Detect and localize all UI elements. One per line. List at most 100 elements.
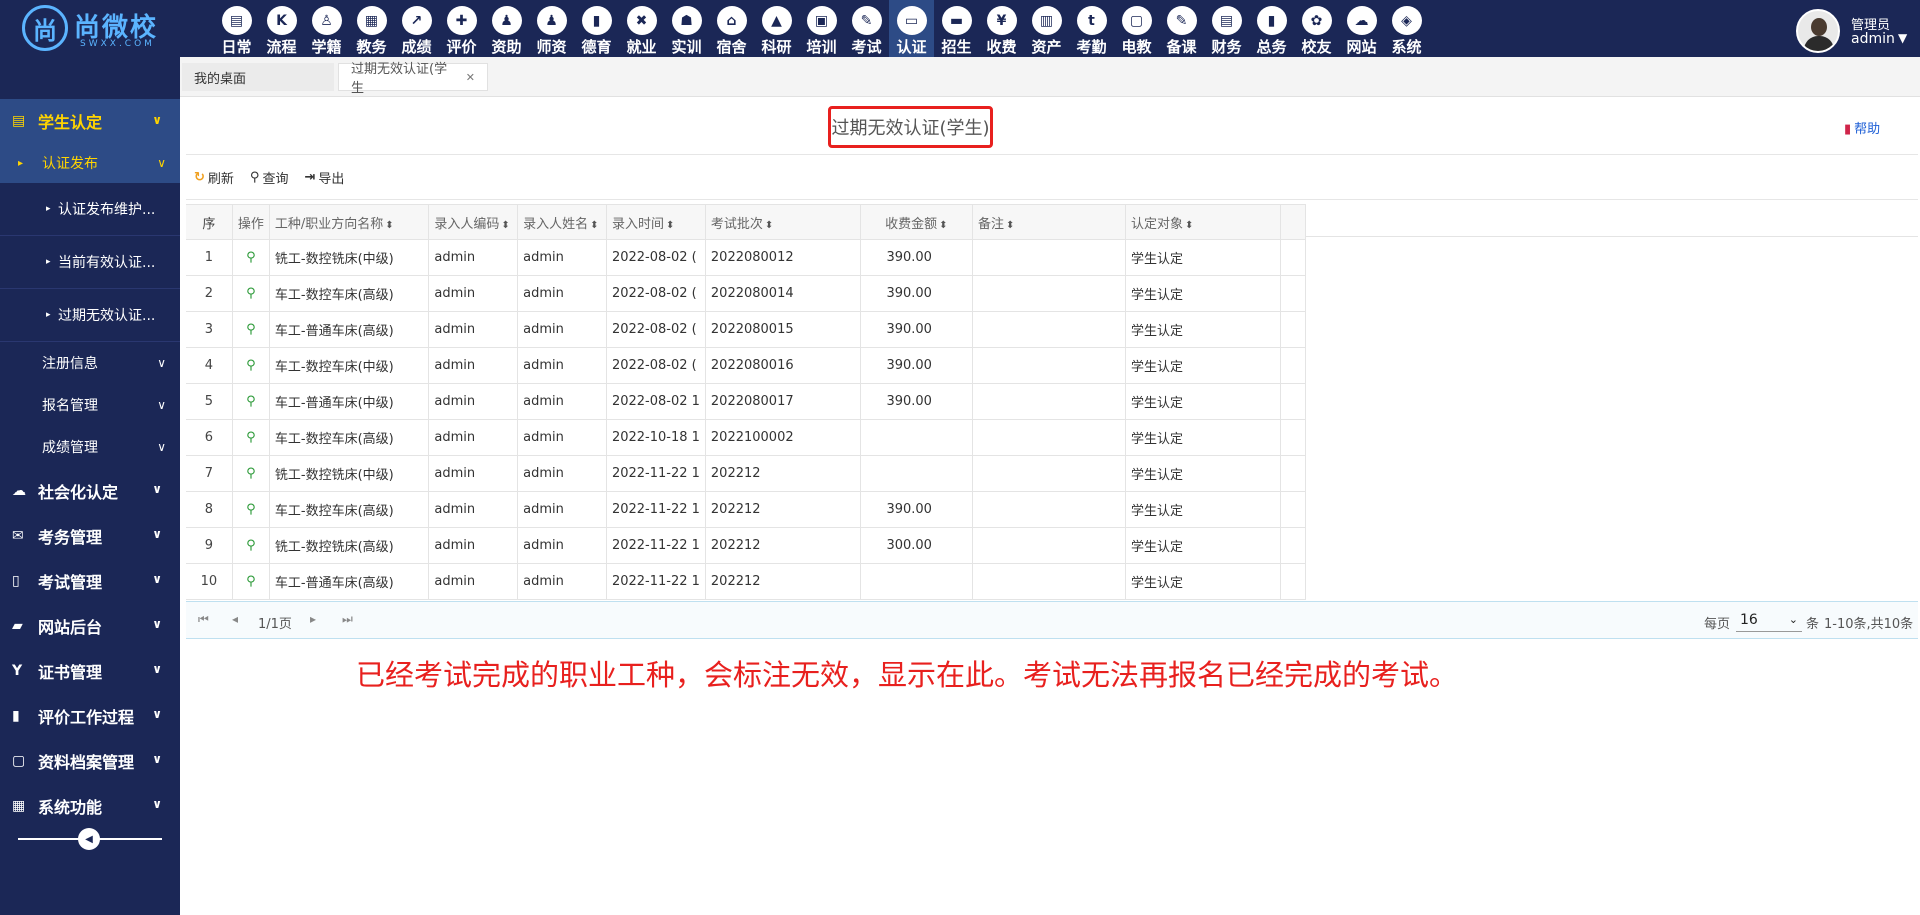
- module-1[interactable]: K 流程: [259, 0, 304, 57]
- table-row[interactable]: 1 ⚲ 铣工-数控铣床(中级) admin admin 2022-08-02 (20220…: [186, 239, 1306, 276]
- user-menu[interactable]: 管理员 admin ▼: [1796, 9, 1920, 53]
- sidebar-group-4[interactable]: Y 证书管理 ∨: [0, 648, 180, 693]
- collapse-left-icon[interactable]: ◀: [78, 828, 100, 850]
- module-17[interactable]: ¥ 收费: [979, 0, 1024, 57]
- view-cell[interactable]: ⚲: [232, 383, 270, 420]
- search-icon[interactable]: ⚲: [246, 466, 256, 481]
- sidebar-sub-0[interactable]: 注册信息 ∨: [0, 342, 180, 384]
- search-icon[interactable]: ⚲: [246, 250, 256, 265]
- sidebar-leaf-2[interactable]: ▸ 过期无效认证...: [0, 289, 180, 342]
- tab-home[interactable]: 我的桌面: [182, 63, 334, 91]
- table-row[interactable]: 3 ⚲ 车工-普通车床(高级) admin admin 2022-08-02 (20220…: [186, 311, 1306, 348]
- view-cell[interactable]: ⚲: [232, 311, 270, 348]
- sort-icon[interactable]: ⬍: [1185, 220, 1193, 231]
- column-header-5[interactable]: 录入时间 ⬍: [606, 204, 706, 240]
- search-icon[interactable]: ⚲: [246, 574, 256, 589]
- module-5[interactable]: ✚ 评价: [439, 0, 484, 57]
- sort-icon[interactable]: ⬍: [765, 220, 773, 231]
- search-icon[interactable]: ⚲: [246, 538, 256, 553]
- sort-icon[interactable]: ⬍: [385, 220, 393, 231]
- avatar[interactable]: [1796, 9, 1840, 53]
- brand-logo[interactable]: 尚 尚微校 SWXX.COM: [22, 5, 172, 53]
- first-page-icon[interactable]: ⏮: [198, 612, 209, 627]
- search-icon[interactable]: ⚲: [246, 430, 256, 445]
- view-cell[interactable]: ⚲: [232, 563, 270, 600]
- module-10[interactable]: ☗ 实训: [664, 0, 709, 57]
- prev-page-icon[interactable]: ◂: [232, 612, 238, 626]
- module-8[interactable]: ▮ 德育: [574, 0, 619, 57]
- module-16[interactable]: ▬ 招生: [934, 0, 979, 57]
- export-button[interactable]: ⇥ 导出: [304, 168, 344, 187]
- refresh-button[interactable]: ↻ 刷新: [194, 168, 234, 187]
- sidebar-sub-2[interactable]: 成绩管理 ∨: [0, 426, 180, 468]
- sidebar-item-cert-publish[interactable]: ▸ 认证发布 ∨: [0, 143, 180, 183]
- sidebar-group-2[interactable]: ▯ 考试管理 ∨: [0, 558, 180, 603]
- view-cell[interactable]: ⚲: [232, 275, 270, 312]
- module-19[interactable]: t 考勤: [1069, 0, 1114, 57]
- close-icon[interactable]: ✕: [466, 71, 475, 84]
- last-page-icon[interactable]: ⏭: [342, 612, 353, 627]
- column-header-9[interactable]: 认定对象 ⬍: [1125, 204, 1282, 240]
- search-icon[interactable]: ⚲: [246, 394, 256, 409]
- view-cell[interactable]: ⚲: [232, 527, 270, 564]
- sidebar-leaf-0[interactable]: ▸ 认证发布维护...: [0, 183, 180, 236]
- module-2[interactable]: ♙ 学籍: [304, 0, 349, 57]
- module-22[interactable]: ▤ 财务: [1204, 0, 1249, 57]
- sidebar-group-7[interactable]: ▦ 系统功能 ∨: [0, 783, 180, 828]
- sidebar-group-5[interactable]: ▮ 评价工作过程 ∨: [0, 693, 180, 738]
- view-cell[interactable]: ⚲: [232, 491, 270, 528]
- sort-icon[interactable]: ⬍: [590, 220, 598, 231]
- column-header-6[interactable]: 考试批次 ⬍: [705, 204, 861, 240]
- search-icon[interactable]: ⚲: [246, 286, 256, 301]
- module-3[interactable]: ▦ 教务: [349, 0, 394, 57]
- column-header-3[interactable]: 录入人编码 ⬍: [428, 204, 519, 240]
- view-cell[interactable]: ⚲: [232, 239, 270, 276]
- module-9[interactable]: ✖ 就业: [619, 0, 664, 57]
- column-header-4[interactable]: 录入人姓名 ⬍: [517, 204, 607, 240]
- table-row[interactable]: 6 ⚲ 车工-数控车床(高级) admin admin 2022-10-18 1 20221…: [186, 419, 1306, 456]
- module-6[interactable]: ♟ 资助: [484, 0, 529, 57]
- sort-icon[interactable]: ⬍: [939, 220, 947, 231]
- next-page-icon[interactable]: ▸: [310, 612, 316, 626]
- table-row[interactable]: 7 ⚲ 铣工-数控铣床(中级) admin admin 2022-11-22 1 20221…: [186, 455, 1306, 492]
- sidebar-group-0[interactable]: ☁ 社会化认定 ∨: [0, 468, 180, 513]
- table-row[interactable]: 5 ⚲ 车工-普通车床(中级) admin admin 2022-08-02 1 20220…: [186, 383, 1306, 420]
- module-25[interactable]: ☁ 网站: [1339, 0, 1384, 57]
- search-icon[interactable]: ⚲: [246, 358, 256, 373]
- sidebar-collapse-slider[interactable]: ◀: [18, 828, 162, 850]
- column-header-2[interactable]: 工种/职业方向名称 ⬍: [269, 204, 430, 240]
- view-cell[interactable]: ⚲: [232, 419, 270, 456]
- module-18[interactable]: ▥ 资产: [1024, 0, 1069, 57]
- sidebar-group-6[interactable]: ▢ 资料档案管理 ∨: [0, 738, 180, 783]
- sort-icon[interactable]: ⬍: [666, 220, 674, 231]
- sort-icon[interactable]: ⬍: [1006, 220, 1014, 231]
- table-row[interactable]: 4 ⚲ 车工-数控车床(中级) admin admin 2022-08-02 (20220…: [186, 347, 1306, 384]
- view-cell[interactable]: ⚲: [232, 455, 270, 492]
- module-11[interactable]: ⌂ 宿舍: [709, 0, 754, 57]
- search-icon[interactable]: ⚲: [246, 502, 256, 517]
- page-size-select[interactable]: 16 ⌄: [1736, 608, 1802, 632]
- module-26[interactable]: ◈ 系统: [1384, 0, 1429, 57]
- sidebar-group-1[interactable]: ✉ 考务管理 ∨: [0, 513, 180, 558]
- sidebar-leaf-1[interactable]: ▸ 当前有效认证...: [0, 236, 180, 289]
- table-row[interactable]: 8 ⚲ 车工-数控车床(高级) admin admin 2022-11-22 1 20221…: [186, 491, 1306, 528]
- module-15[interactable]: ▭ 认证: [889, 0, 934, 57]
- module-23[interactable]: ▮ 总务: [1249, 0, 1294, 57]
- column-header-7[interactable]: 收费金额 ⬍: [860, 204, 973, 240]
- help-link[interactable]: ▮ 帮助: [1844, 118, 1880, 137]
- view-cell[interactable]: ⚲: [232, 347, 270, 384]
- module-20[interactable]: ▢ 电教: [1114, 0, 1159, 57]
- module-7[interactable]: ♟ 师资: [529, 0, 574, 57]
- module-4[interactable]: ↗ 成绩: [394, 0, 439, 57]
- caret-down-icon[interactable]: ▼: [1898, 31, 1907, 45]
- module-13[interactable]: ▣ 培训: [799, 0, 844, 57]
- module-21[interactable]: ✎ 备课: [1159, 0, 1204, 57]
- sort-icon[interactable]: ⬍: [501, 220, 509, 231]
- sidebar-group-student-certification[interactable]: ▤ 学生认定 ∨: [0, 99, 180, 143]
- table-row[interactable]: 10 ⚲ 车工-普通车床(高级) admin admin 2022-11-22 1 2022…: [186, 563, 1306, 600]
- column-header-8[interactable]: 备注 ⬍: [972, 204, 1127, 240]
- module-14[interactable]: ✎ 考试: [844, 0, 889, 57]
- module-24[interactable]: ✿ 校友: [1294, 0, 1339, 57]
- search-icon[interactable]: ⚲: [246, 322, 256, 337]
- sidebar-group-3[interactable]: ▰ 网站后台 ∨: [0, 603, 180, 648]
